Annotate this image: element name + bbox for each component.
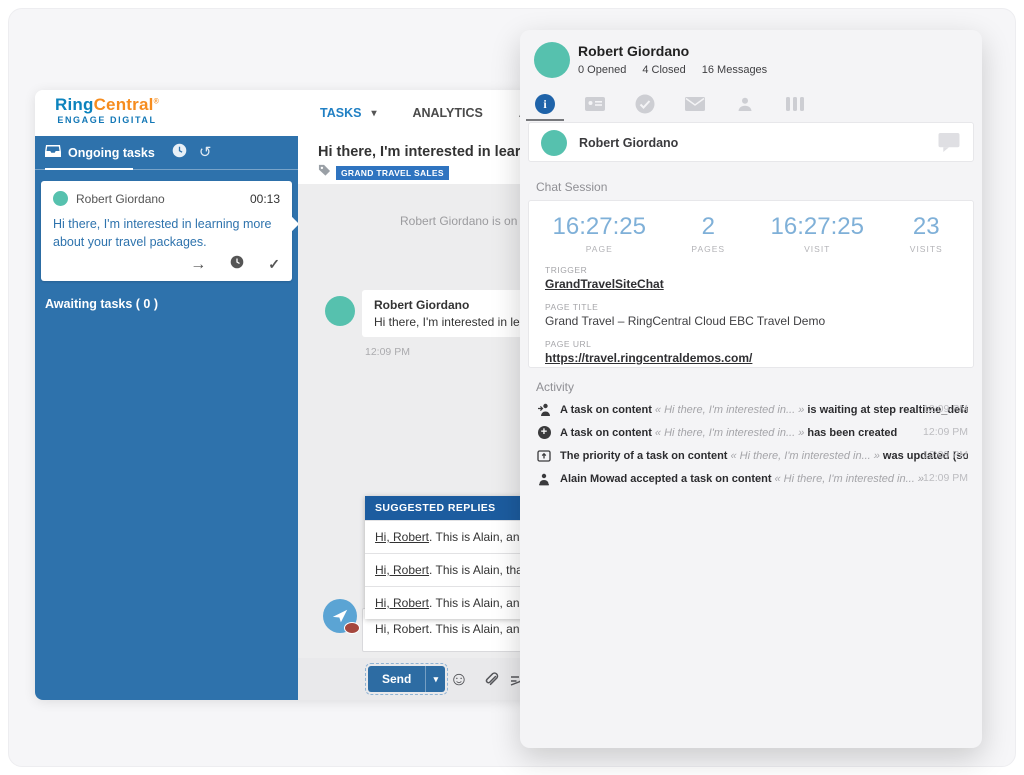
- priority-updated-icon: [536, 449, 552, 463]
- customer-name: Robert Giordano: [578, 43, 689, 59]
- task-timer: 00:13: [250, 192, 280, 206]
- attachment-icon[interactable]: [480, 668, 502, 690]
- contact-name: Robert Giordano: [579, 136, 678, 150]
- activity-item: A task on content« Hi there, I'm interes…: [536, 398, 968, 421]
- defer-task-icon[interactable]: [230, 255, 244, 274]
- envelope-icon: [685, 97, 705, 111]
- avatar: [541, 130, 567, 156]
- nav-tasks[interactable]: TASKS ▾: [320, 106, 376, 120]
- avatar: [325, 296, 355, 326]
- tab-tasks[interactable]: [634, 94, 656, 114]
- activity-list: A task on content« Hi there, I'm interes…: [536, 398, 968, 490]
- activity-item: Alain Mowad accepted a task on content« …: [536, 467, 968, 490]
- activity-timestamp: 12:09 PM: [923, 449, 968, 461]
- customer-stats: 0 Opened 4 Closed 16 Messages: [578, 64, 767, 76]
- reply-placeholder: Hi, Robert: [375, 530, 429, 544]
- info-icon: i: [535, 94, 555, 114]
- avatar: [534, 42, 570, 78]
- chat-bubble-icon[interactable]: [937, 132, 961, 158]
- reply-placeholder: Hi, Robert: [375, 596, 429, 610]
- check-circle-icon: [635, 94, 655, 114]
- columns-icon: [786, 97, 805, 111]
- contact-row[interactable]: Robert Giordano: [528, 122, 974, 162]
- sidebar-header-icons: ↺: [172, 143, 212, 163]
- reply-placeholder: Hi, Robert: [375, 563, 429, 577]
- tab-info[interactable]: i: [534, 94, 556, 114]
- emoji-icon[interactable]: ☺: [448, 668, 470, 690]
- tab-channels[interactable]: [784, 97, 806, 111]
- page-url-link[interactable]: https://travel.ringcentraldemos.com/: [545, 351, 752, 365]
- agent-avatar: [323, 599, 357, 633]
- presence-status-text: Robert Giordano is on the: [400, 214, 537, 228]
- task-card-header: Robert Giordano 00:13: [53, 191, 280, 206]
- message-timestamp: 12:09 PM: [365, 346, 410, 358]
- logo-ring: Ring: [55, 95, 94, 114]
- registered-mark: ®: [154, 98, 159, 105]
- page-url-field: PAGE URL https://travel.ringcentraldemos…: [545, 339, 957, 365]
- nav-tasks-label: TASKS: [320, 106, 361, 120]
- tab-messages[interactable]: [684, 97, 706, 111]
- task-card[interactable]: Robert Giordano 00:13 Hi there, I'm inte…: [41, 181, 292, 281]
- activity-item: + A task on content« Hi there, I'm inter…: [536, 421, 968, 444]
- logo-central: Central: [94, 95, 154, 114]
- logo-wordmark: RingCentral®: [55, 96, 159, 115]
- task-waiting-icon: [536, 403, 552, 417]
- contact-card-icon: [585, 97, 605, 111]
- metric-pages: 2PAGES: [666, 213, 751, 254]
- send-button[interactable]: Send: [368, 666, 425, 692]
- category-badge: GRAND TRAVEL SALES: [336, 166, 449, 180]
- task-accepted-icon: [536, 472, 552, 486]
- task-message-preview: Hi there, I'm interested in learning mor…: [53, 215, 280, 251]
- metric-page-time: 16:27:25PAGE: [533, 213, 666, 254]
- person-icon: [737, 96, 753, 112]
- opened-count: 0 Opened: [578, 64, 626, 76]
- closed-count: 4 Closed: [642, 64, 685, 76]
- messages-count: 16 Messages: [702, 64, 767, 76]
- paper-plane-icon: [331, 607, 349, 625]
- tab-contact-card[interactable]: [584, 97, 606, 111]
- inbox-icon: [45, 144, 61, 162]
- ongoing-tasks-label: Ongoing tasks: [68, 146, 155, 160]
- forward-task-icon[interactable]: →: [190, 256, 206, 274]
- chevron-down-icon[interactable]: ▾: [371, 108, 376, 119]
- activity-item: The priority of a task on content« Hi th…: [536, 444, 968, 467]
- activity-section-label: Activity: [536, 380, 574, 394]
- send-button-group: Send ▾: [368, 666, 445, 692]
- metric-visit-time: 16:27:25VISIT: [751, 213, 884, 254]
- chat-session-card: 16:27:25PAGE 2PAGES 16:27:25VISIT 23VISI…: [528, 200, 974, 368]
- avatar: [53, 191, 68, 206]
- customer-tabs: i: [534, 90, 806, 118]
- nav-analytics[interactable]: ANALYTICS: [412, 106, 482, 120]
- send-options-caret[interactable]: ▾: [425, 666, 445, 692]
- tasks-sidebar: Ongoing tasks ↺ Robert Giordano 00:13 Hi…: [35, 136, 298, 700]
- chat-session-section-label: Chat Session: [536, 180, 607, 194]
- clock-icon[interactable]: [172, 143, 187, 163]
- activity-timestamp: 12:09 PM: [923, 426, 968, 438]
- awaiting-tasks-label: Awaiting tasks ( 0 ): [45, 297, 288, 311]
- session-metrics: 16:27:25PAGE 2PAGES 16:27:25VISIT 23VISI…: [529, 201, 973, 254]
- logo-subtitle: ENGAGE DIGITAL: [55, 116, 159, 126]
- tag-icon: [318, 164, 331, 182]
- metric-visits: 23VISITS: [884, 213, 969, 254]
- page-title-value: Grand Travel – RingCentral Cloud EBC Tra…: [545, 314, 957, 328]
- history-icon[interactable]: ↺: [199, 145, 212, 160]
- tab-agents[interactable]: [734, 96, 756, 112]
- complete-task-icon[interactable]: ✓: [268, 256, 280, 273]
- customer-details-panel: Robert Giordano 0 Opened 4 Closed 16 Mes…: [520, 30, 982, 748]
- task-created-icon: +: [536, 426, 552, 439]
- trigger-link[interactable]: GrandTravelSiteChat: [545, 277, 664, 291]
- task-contact-name: Robert Giordano: [76, 192, 242, 206]
- activity-timestamp: 12:09 PM: [923, 403, 968, 415]
- ongoing-tasks-header[interactable]: Ongoing tasks ↺: [35, 136, 298, 170]
- activity-timestamp: 12:09 PM: [923, 472, 968, 484]
- trigger-field: TRIGGER GrandTravelSiteChat: [545, 265, 957, 291]
- ringcentral-logo: RingCentral® ENGAGE DIGITAL: [55, 96, 159, 126]
- page-title-field: PAGE TITLE Grand Travel – RingCentral Cl…: [545, 302, 957, 328]
- task-actions: → ✓: [53, 255, 280, 274]
